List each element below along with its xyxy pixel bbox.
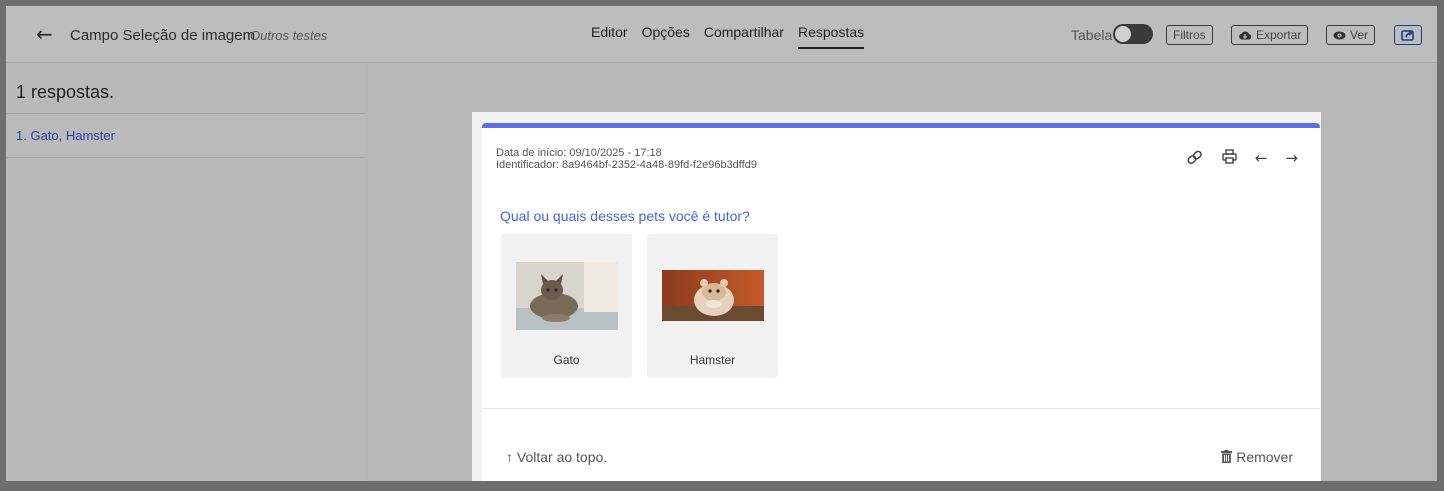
share-button[interactable] bbox=[1394, 25, 1422, 45]
link-icon[interactable] bbox=[1186, 149, 1204, 165]
tab-respostas[interactable]: Respostas bbox=[793, 23, 869, 49]
app-frame: ← Campo Seleção de imagem Outros testes … bbox=[6, 6, 1437, 481]
hamster-photo bbox=[662, 270, 764, 321]
filters-button[interactable]: Filtros bbox=[1166, 25, 1213, 45]
option-label: Hamster bbox=[689, 353, 736, 367]
table-toggle-label: Tabela bbox=[1071, 27, 1113, 43]
export-button[interactable]: Exportar bbox=[1231, 25, 1309, 45]
table-toggle[interactable] bbox=[1113, 24, 1153, 44]
cat-photo bbox=[516, 262, 618, 330]
toggle-knob bbox=[1115, 26, 1131, 42]
view-button[interactable]: Ver bbox=[1326, 25, 1376, 45]
tab-editor[interactable]: Editor bbox=[586, 23, 633, 49]
top-bar: ← Campo Seleção de imagem Outros testes … bbox=[6, 6, 1437, 63]
response-card-container: Data de início: 09/10/2025 - 17:18 Ident… bbox=[472, 112, 1321, 481]
card-divider bbox=[482, 408, 1320, 409]
question-title: Qual ou quais desses pets você é tutor? bbox=[500, 208, 750, 224]
tab-compartilhar[interactable]: Compartilhar bbox=[699, 23, 789, 49]
filters-button-label: Filtros bbox=[1173, 28, 1206, 42]
print-icon[interactable] bbox=[1222, 149, 1237, 164]
tab-opcoes[interactable]: Opções bbox=[637, 23, 695, 49]
view-button-label: Ver bbox=[1350, 28, 1369, 42]
cloud-download-icon bbox=[1239, 31, 1252, 40]
eye-icon bbox=[1333, 31, 1346, 39]
form-title: Campo Seleção de imagem bbox=[70, 27, 256, 44]
share-icon bbox=[1401, 30, 1414, 41]
option-label: Gato bbox=[553, 353, 580, 367]
back-to-top-link[interactable]: ↑ Voltar ao topo. bbox=[506, 449, 607, 465]
remove-label: Remover bbox=[1236, 449, 1293, 465]
folder-name: Outros testes bbox=[250, 28, 328, 43]
response-tools: ← → bbox=[1186, 149, 1298, 167]
arrow-left-icon[interactable]: ← bbox=[36, 22, 53, 46]
remove-button[interactable]: Remover bbox=[1221, 449, 1293, 465]
next-arrow-icon[interactable]: → bbox=[1285, 149, 1298, 167]
nav-tabs: Editor Opções Compartilhar Respostas bbox=[586, 23, 873, 49]
export-button-label: Exportar bbox=[1256, 28, 1302, 42]
option-card-hamster: Hamster bbox=[647, 234, 778, 378]
option-card-gato: Gato bbox=[501, 234, 632, 378]
previous-arrow-icon[interactable]: ← bbox=[1255, 149, 1268, 167]
start-date: Data de início: 09/10/2025 - 17:18 bbox=[496, 147, 662, 159]
response-identifier: Identificador: 8a9464bf-2352-4a48-89fd-f… bbox=[496, 159, 757, 171]
list-item[interactable]: 1. Gato, Hamster bbox=[6, 114, 365, 158]
trash-icon bbox=[1221, 450, 1233, 463]
response-card: Data de início: 09/10/2025 - 17:18 Ident… bbox=[482, 123, 1320, 481]
responses-sidebar: 1 respostas. 1. Gato, Hamster bbox=[6, 64, 365, 481]
responses-count: 1 respostas. bbox=[6, 64, 365, 114]
response-meta: Data de início: 09/10/2025 - 17:18 Ident… bbox=[496, 147, 757, 171]
